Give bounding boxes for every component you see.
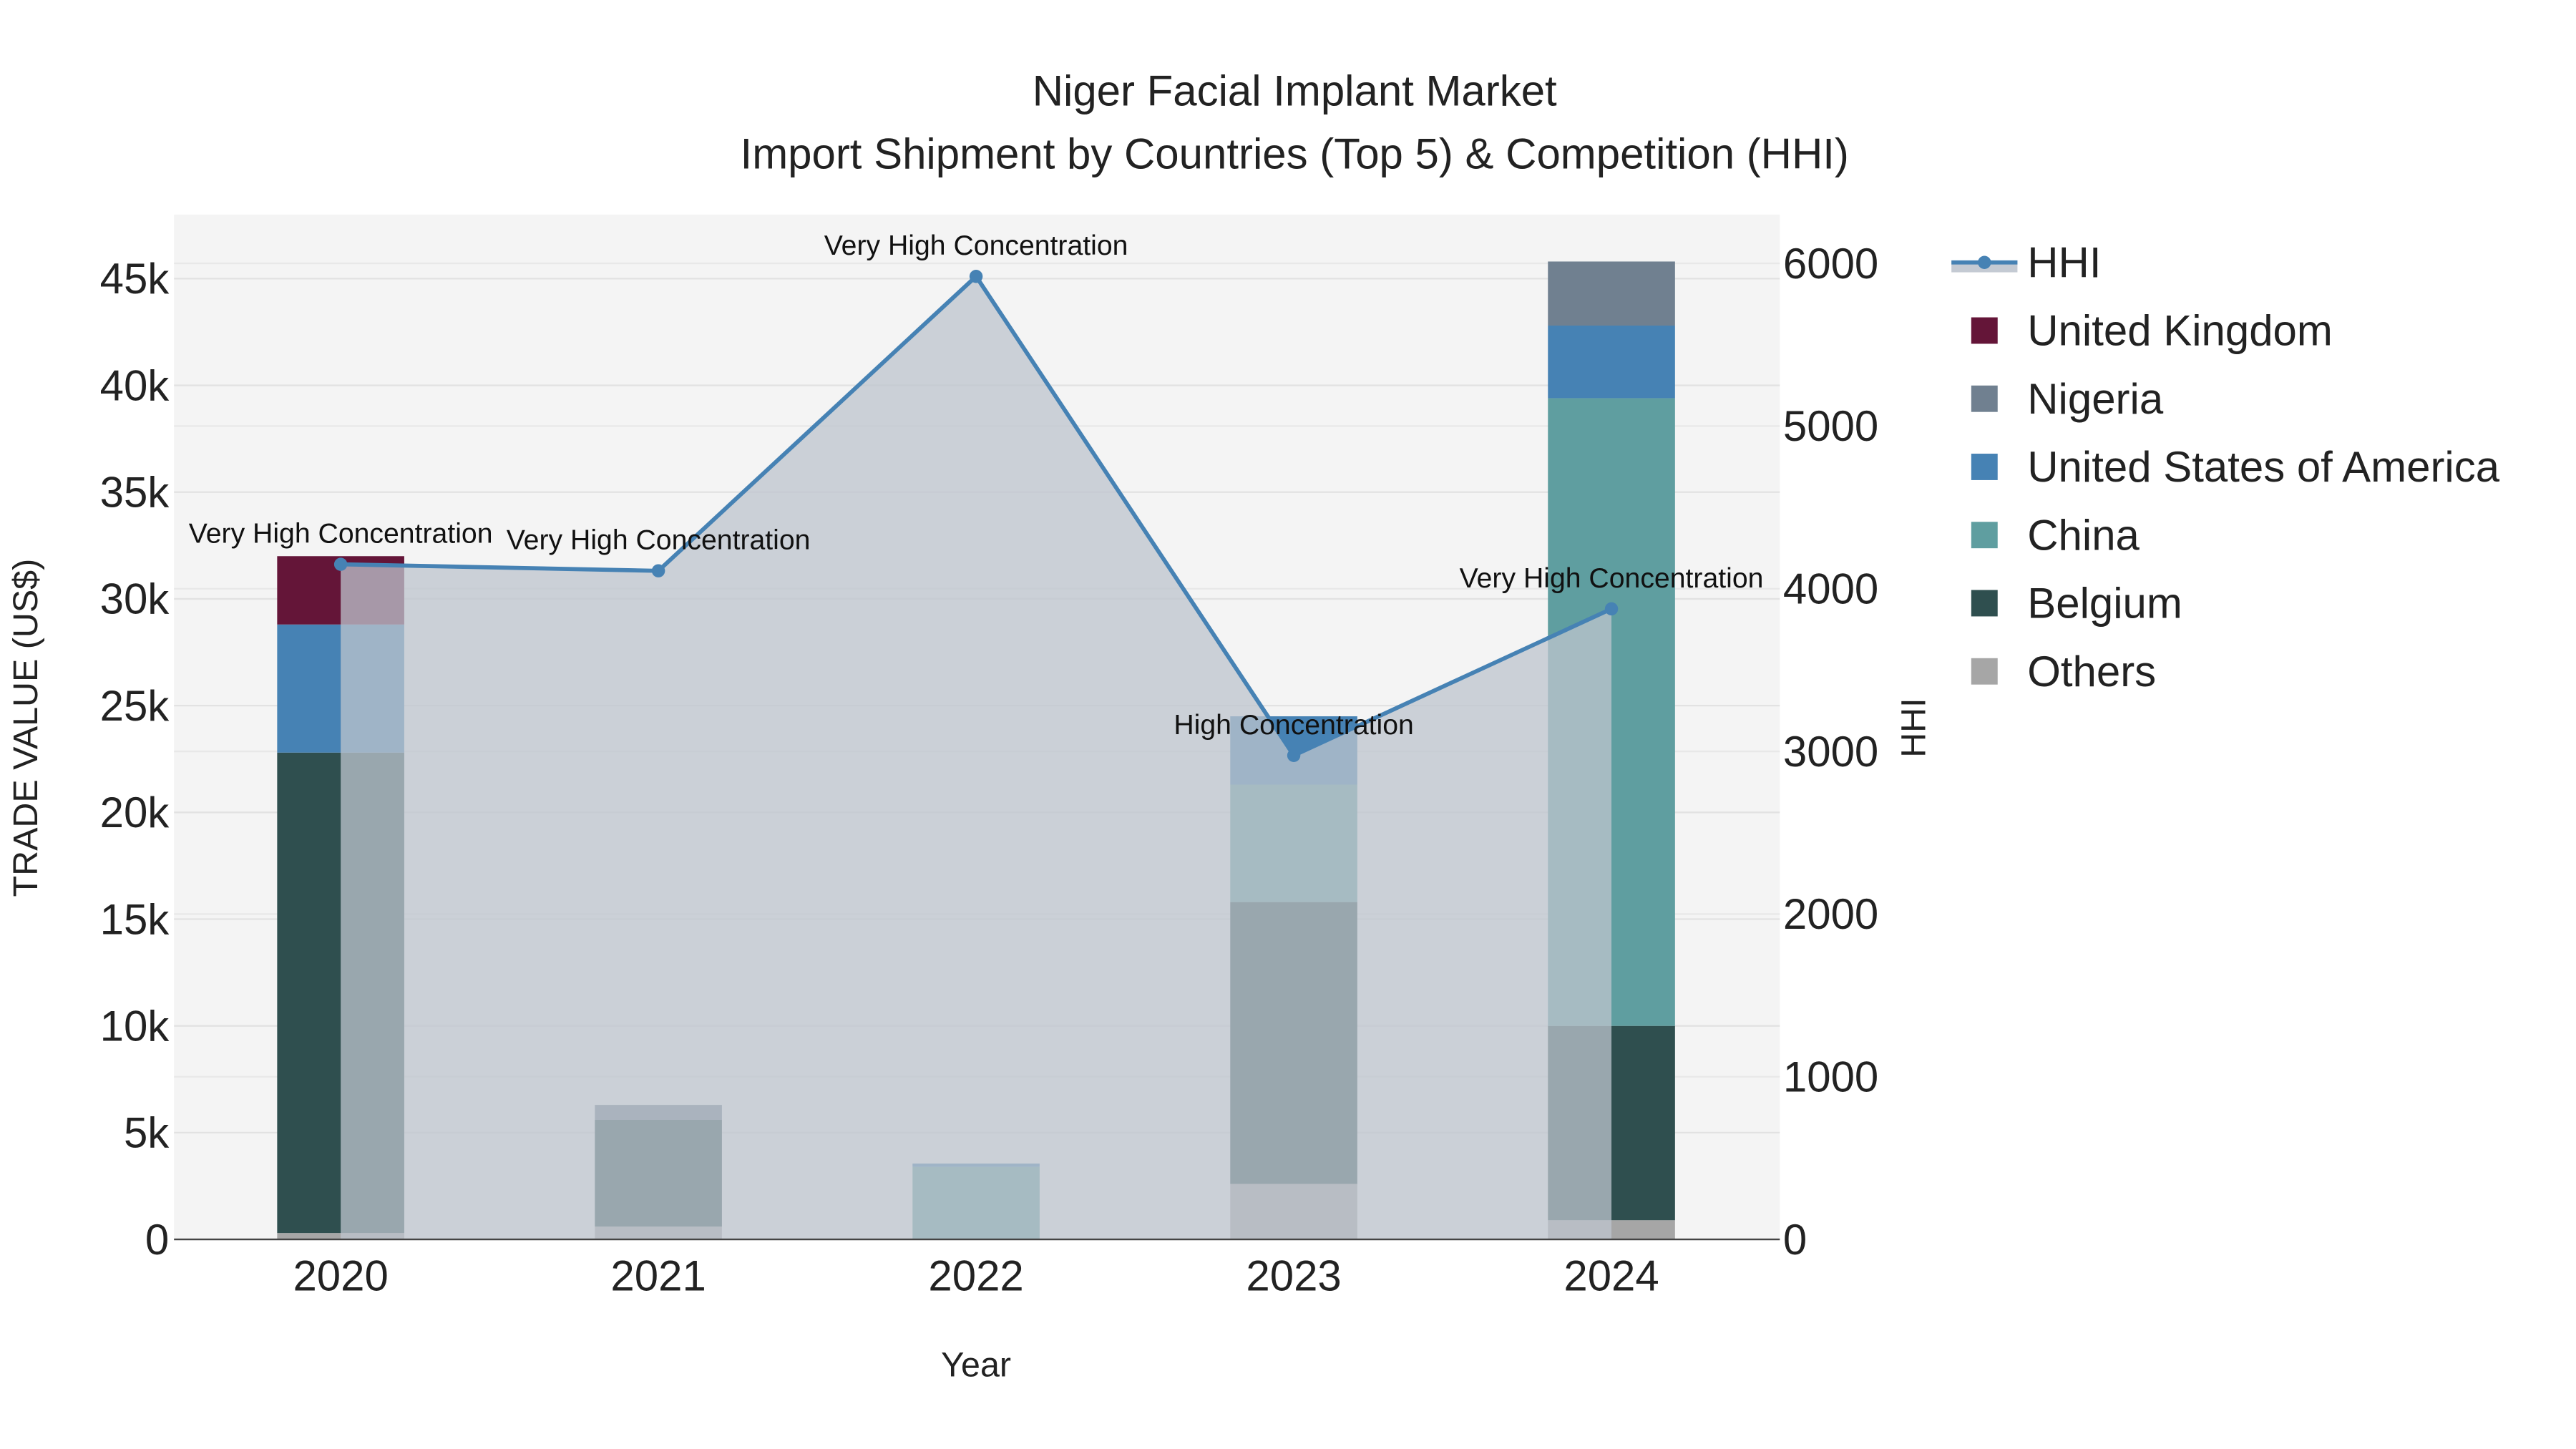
y-tick-label: 30k xyxy=(100,575,170,623)
legend: HHI United Kingdom Nigeria United States of… xyxy=(1951,238,2500,696)
x-axis-ticks: 2020 2021 2022 2023 2024 xyxy=(293,1252,1659,1300)
legend-swatch-united-kingdom xyxy=(1971,317,1998,344)
y-tick-label: 0 xyxy=(145,1216,169,1264)
y-axis-label: TRADE VALUE (US$) xyxy=(6,559,45,897)
y2-tick-label: 2000 xyxy=(1783,890,1878,938)
y-tick-label: 15k xyxy=(100,895,170,943)
y-tick-label: 10k xyxy=(100,1002,170,1050)
y-tick-label: 5k xyxy=(124,1109,170,1157)
x-axis-label: Year xyxy=(941,1346,1011,1385)
y2-tick-label: 1000 xyxy=(1783,1053,1878,1101)
legend-label-united-states-of-america: United States of America xyxy=(2027,443,2499,491)
hhi-annotation: Very High Concentration xyxy=(1460,563,1764,594)
y2-tick-label: 5000 xyxy=(1783,402,1878,450)
x-tick-label: 2023 xyxy=(1246,1252,1341,1300)
y2-axis-label: HHI xyxy=(1894,698,1933,757)
chart-subtitle: Import Shipment by Countries (Top 5) & C… xyxy=(741,130,1849,177)
chart: Very High Concentration Very High Concent… xyxy=(6,67,2500,1385)
x-tick-label: 2020 xyxy=(293,1252,388,1300)
legend-swatch-united-states-of-america xyxy=(1971,454,1998,480)
legend-label-china: China xyxy=(2027,511,2140,559)
hhi-point-2024 xyxy=(1604,602,1619,616)
legend-swatch-china xyxy=(1971,522,1998,549)
y-tick-label: 45k xyxy=(100,255,170,303)
bar-nigeria-2024 xyxy=(1548,261,1675,326)
legend-label-hhi: HHI xyxy=(2027,238,2101,286)
hhi-point-2021 xyxy=(651,564,665,577)
chart-title: Niger Facial Implant Market xyxy=(1033,67,1557,115)
legend-label-others: Others xyxy=(2027,648,2156,696)
legend-label-united-kingdom: United Kingdom xyxy=(2027,307,2333,355)
legend-hhi-marker xyxy=(1978,255,1991,269)
y-tick-label: 35k xyxy=(100,468,170,516)
y-tick-label: 25k xyxy=(100,682,170,730)
hhi-annotation: Very High Concentration xyxy=(507,525,811,556)
hhi-annotation: Very High Concentration xyxy=(824,230,1128,261)
hhi-point-2020 xyxy=(333,557,348,571)
x-tick-label: 2021 xyxy=(610,1252,706,1300)
legend-swatch-belgium xyxy=(1971,590,1998,617)
y2-tick-label: 4000 xyxy=(1783,565,1878,613)
x-tick-label: 2024 xyxy=(1563,1252,1659,1300)
y-tick-label: 40k xyxy=(100,361,170,409)
y2-axis-ticks: 0 1000 2000 3000 4000 5000 6000 xyxy=(1783,240,1878,1264)
y-tick-label: 20k xyxy=(100,789,170,836)
y-axis-ticks: 0 5k 10k 15k 20k 25k 30k 35k 40k 45k xyxy=(100,255,170,1264)
bar-united-states-of-america-2024 xyxy=(1548,325,1675,399)
hhi-annotation: High Concentration xyxy=(1174,710,1413,741)
hhi-point-2023 xyxy=(1287,748,1301,762)
legend-swatch-others xyxy=(1971,658,1998,685)
x-tick-label: 2022 xyxy=(928,1252,1023,1300)
y2-tick-label: 3000 xyxy=(1783,728,1878,776)
y2-tick-label: 0 xyxy=(1783,1216,1807,1264)
y2-tick-label: 6000 xyxy=(1783,240,1878,288)
legend-label-belgium: Belgium xyxy=(2027,580,2182,628)
hhi-annotation: Very High Concentration xyxy=(189,519,493,550)
hhi-point-2022 xyxy=(969,269,983,283)
legend-label-nigeria: Nigeria xyxy=(2027,375,2164,423)
legend-swatch-nigeria xyxy=(1971,385,1998,412)
